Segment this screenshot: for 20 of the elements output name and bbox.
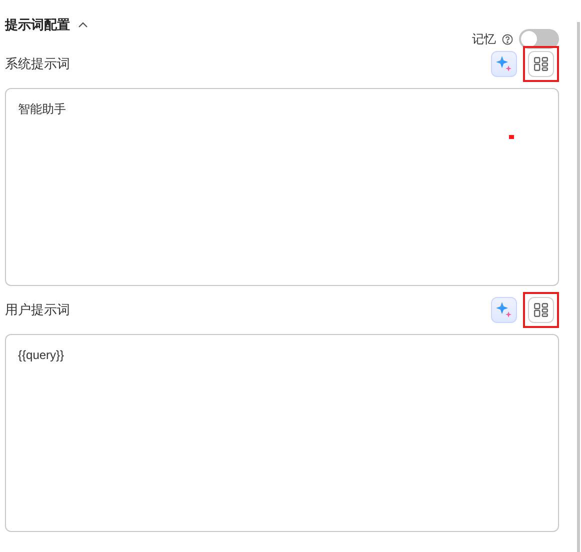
scrollbar[interactable] xyxy=(577,22,580,552)
template-button[interactable] xyxy=(528,297,554,323)
prompt-text: 智能助手 xyxy=(18,102,66,116)
prompt-text: {{query}} xyxy=(18,348,64,362)
layout-icon xyxy=(534,57,548,71)
layout-icon xyxy=(534,303,548,317)
ai-generate-button[interactable] xyxy=(491,51,517,77)
sparkle-icon xyxy=(495,55,513,73)
memory-toggle[interactable] xyxy=(519,29,559,49)
chevron-up-icon[interactable] xyxy=(78,22,88,28)
prompt-textarea[interactable]: 智能助手 xyxy=(5,88,559,286)
prompt-label: 系统提示词 xyxy=(5,55,70,74)
section-title: 提示词配置 xyxy=(5,16,70,34)
ai-generate-button[interactable] xyxy=(491,297,517,323)
memory-label: 记忆 xyxy=(472,31,496,48)
sparkle-icon xyxy=(495,301,513,319)
template-button[interactable] xyxy=(528,51,554,77)
prompt-textarea[interactable]: {{query}} xyxy=(5,334,559,532)
prompt-label: 用户提示词 xyxy=(5,301,70,320)
help-icon[interactable] xyxy=(502,34,513,44)
